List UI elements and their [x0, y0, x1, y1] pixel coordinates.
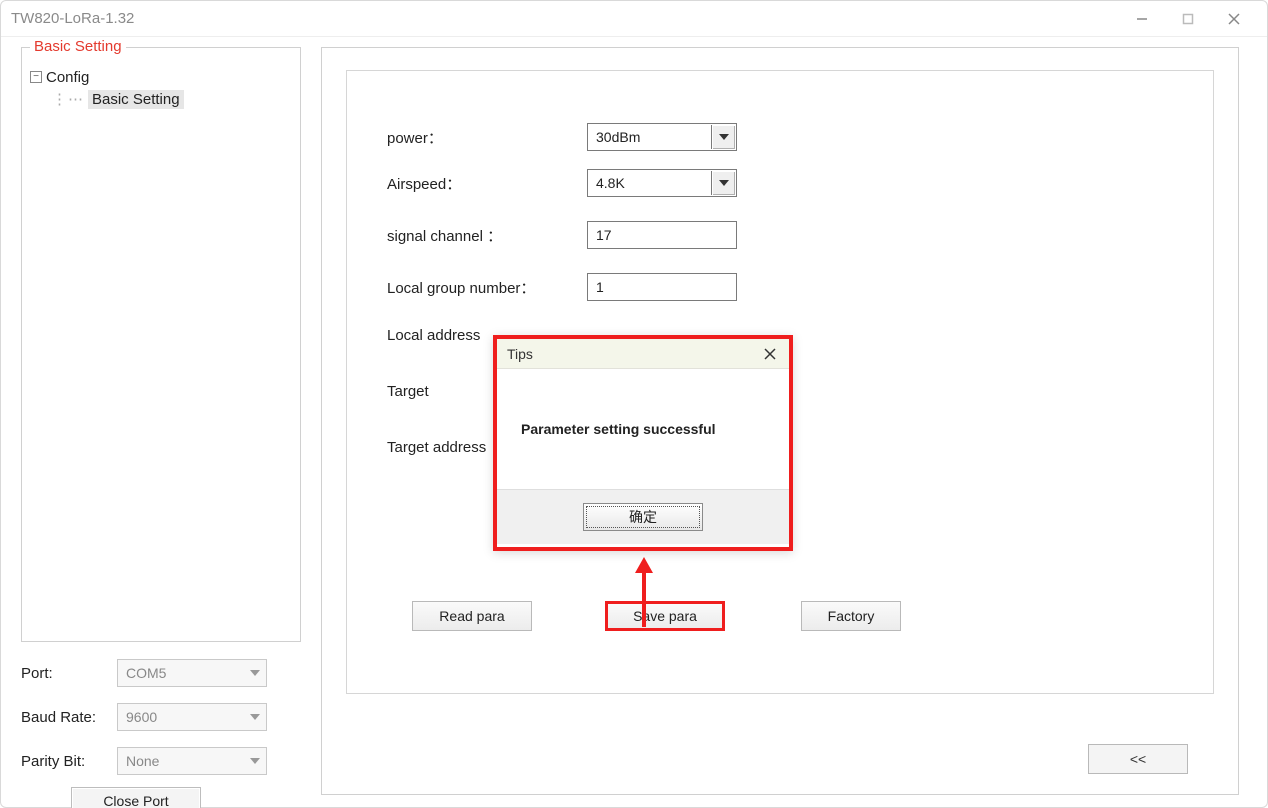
- tree-root-label: Config: [46, 69, 89, 86]
- airspeed-label: Airspeed：: [387, 173, 587, 194]
- port-combo[interactable]: COM5: [117, 659, 267, 687]
- chevron-down-icon[interactable]: [711, 171, 735, 195]
- group-input[interactable]: 1: [587, 273, 737, 301]
- close-icon: [764, 348, 776, 360]
- chevron-down-icon[interactable]: [711, 125, 735, 149]
- config-tree: − Config ⋮⋯ Basic Setting: [22, 48, 300, 118]
- factory-button[interactable]: Factory: [801, 601, 901, 631]
- content-area: Basic Setting − Config ⋮⋯ Basic Setting …: [1, 37, 1267, 807]
- back-button[interactable]: <<: [1088, 744, 1188, 774]
- close-port-button[interactable]: Close Port: [71, 787, 201, 808]
- titlebar: TW820-LoRa-1.32: [1, 1, 1267, 37]
- airspeed-value: 4.8K: [596, 175, 625, 191]
- tree-fieldset: Basic Setting − Config ⋮⋯ Basic Setting: [21, 47, 301, 642]
- power-value: 30dBm: [596, 129, 640, 145]
- power-row: power： 30dBm: [387, 123, 737, 151]
- window-title: TW820-LoRa-1.32: [11, 10, 134, 27]
- parity-label: Parity Bit:: [21, 753, 117, 770]
- group-label: Local group number：: [387, 277, 587, 298]
- minimize-button[interactable]: [1119, 3, 1165, 35]
- dialog-ok-button[interactable]: 确定: [583, 503, 703, 531]
- parity-value: None: [126, 753, 159, 769]
- signal-label: signal channel ：: [387, 225, 587, 246]
- chevron-down-icon: [244, 748, 266, 774]
- annotation-arrow: [633, 557, 655, 629]
- power-select[interactable]: 30dBm: [587, 123, 737, 151]
- tree-legend: Basic Setting: [30, 38, 126, 55]
- airspeed-row: Airspeed： 4.8K: [387, 169, 737, 197]
- chevron-down-icon: [244, 660, 266, 686]
- group-value: 1: [596, 279, 604, 295]
- baud-row: Baud Rate: 9600: [21, 703, 301, 731]
- maximize-icon: [1182, 13, 1194, 25]
- tree-collapse-icon[interactable]: −: [30, 71, 42, 83]
- tree-child-row[interactable]: ⋮⋯ Basic Setting: [52, 88, 292, 110]
- dialog-titlebar: Tips: [497, 339, 789, 369]
- close-icon: [1228, 13, 1240, 25]
- tree-child-label: Basic Setting: [88, 90, 184, 109]
- left-panel: Basic Setting − Config ⋮⋯ Basic Setting …: [21, 47, 301, 795]
- baud-label: Baud Rate:: [21, 709, 117, 726]
- dialog-footer: 确定: [497, 489, 789, 544]
- read-para-button[interactable]: Read para: [412, 601, 532, 631]
- save-para-button[interactable]: Save para: [605, 601, 725, 631]
- group-row: Local group number： 1: [387, 273, 737, 301]
- minimize-icon: [1136, 13, 1148, 25]
- port-value: COM5: [126, 665, 166, 681]
- signal-row: signal channel ： 17: [387, 221, 737, 249]
- tips-dialog: Tips Parameter setting successful 确定: [493, 335, 793, 551]
- signal-value: 17: [596, 227, 612, 243]
- dialog-title: Tips: [507, 346, 533, 362]
- close-button[interactable]: [1211, 3, 1257, 35]
- parity-row: Parity Bit: None: [21, 747, 301, 775]
- parity-combo[interactable]: None: [117, 747, 267, 775]
- tree-branch-icon: ⋮⋯: [52, 90, 84, 108]
- chevron-down-icon: [244, 704, 266, 730]
- port-row: Port: COM5: [21, 659, 301, 687]
- tree-root-row[interactable]: − Config: [30, 66, 292, 88]
- maximize-button[interactable]: [1165, 3, 1211, 35]
- port-label: Port:: [21, 665, 117, 682]
- signal-input[interactable]: 17: [587, 221, 737, 249]
- power-label: power：: [387, 127, 587, 148]
- app-window: TW820-LoRa-1.32 Basic Setting − Config: [0, 0, 1268, 808]
- airspeed-select[interactable]: 4.8K: [587, 169, 737, 197]
- dialog-body: Parameter setting successful: [497, 369, 789, 489]
- baud-combo[interactable]: 9600: [117, 703, 267, 731]
- baud-value: 9600: [126, 709, 157, 725]
- dialog-message: Parameter setting successful: [521, 421, 716, 437]
- dialog-close-button[interactable]: [757, 343, 783, 365]
